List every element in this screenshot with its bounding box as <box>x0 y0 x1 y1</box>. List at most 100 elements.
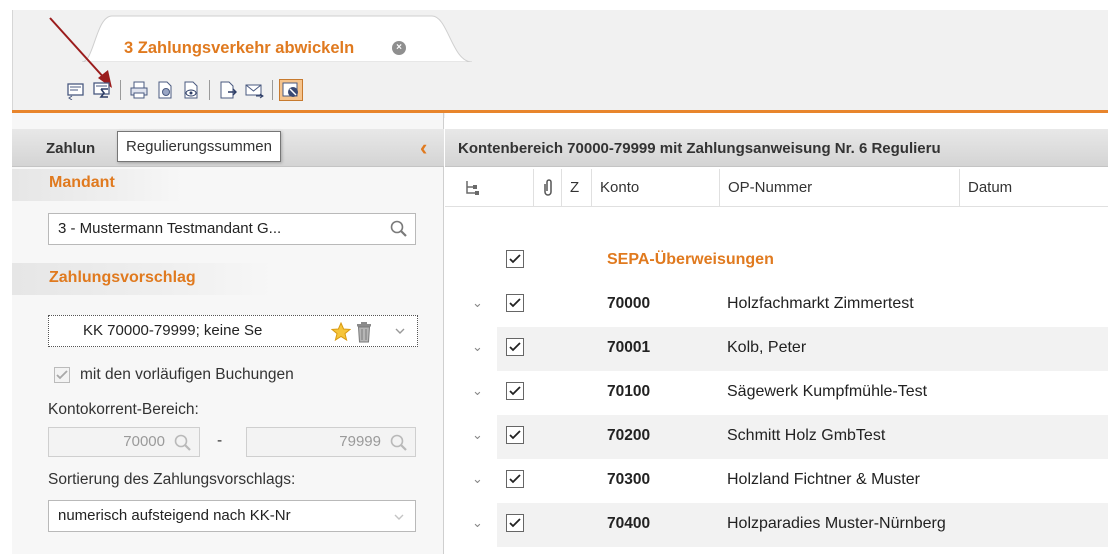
table-row[interactable]: ⌄ 70100 Sägewerk Kumpfmühle-Test <box>445 371 1108 415</box>
name-cell: Sägewerk Kumpfmühle-Test <box>727 383 928 400</box>
print-preview-icon <box>184 81 198 99</box>
name-cell: Kolb, Peter <box>727 339 807 356</box>
search-icon[interactable] <box>173 433 193 453</box>
expand-chevron-icon[interactable]: ⌄ <box>472 295 483 311</box>
favorite-star-icon[interactable] <box>331 322 351 342</box>
right-panel-header: Kontenbereich 70000-79999 mit Zahlungsan… <box>445 129 1108 167</box>
check-icon <box>509 254 521 264</box>
toolbar-separator <box>272 80 273 100</box>
export-icon <box>220 81 237 99</box>
tab-label: 3 Zahlungsverkehr abwickeln <box>124 39 355 57</box>
bereich-label: Kontokorrent-Bereich: <box>48 401 199 418</box>
right-panel-title: Kontenbereich 70000-79999 mit Zahlungsan… <box>458 140 941 157</box>
bereich-separator: - <box>217 432 223 449</box>
column-attachment[interactable] <box>533 169 561 207</box>
chevron-down-icon[interactable] <box>394 326 406 336</box>
check-icon <box>509 386 521 396</box>
toolbar-separator <box>120 80 121 100</box>
table-row[interactable]: ⌄ 70000 Holzfachmarkt Zimmertest <box>445 283 1108 327</box>
column-z[interactable]: Z <box>561 169 591 207</box>
konto-cell: 70300 <box>607 471 651 488</box>
column-datum[interactable]: Datum <box>959 169 1108 207</box>
name-cell: Holzparadies Muster-Nürnberg <box>727 515 946 532</box>
tree-icon <box>466 181 479 195</box>
toolbar-separator <box>209 80 210 100</box>
print-button[interactable] <box>127 79 151 101</box>
zahlungsvorschlag-select[interactable]: KK 70000-79999; keine Se <box>48 315 418 347</box>
konto-cell: 70400 <box>607 515 651 532</box>
right-panel: Kontenbereich 70000-79999 mit Zahlungsan… <box>445 113 1108 554</box>
vorlaeufig-checkbox[interactable] <box>54 367 70 383</box>
toolbar <box>64 77 305 103</box>
transfer-list-icon <box>67 83 84 100</box>
group-row: SEPA-Überweisungen <box>445 239 1108 283</box>
search-icon[interactable] <box>389 219 409 239</box>
row-checkbox[interactable] <box>506 382 524 400</box>
table-header: Z Konto OP-Nummer Datum <box>445 169 1108 207</box>
bereich-from-value: 70000 <box>123 433 165 450</box>
tree-expand-column[interactable] <box>463 179 481 202</box>
column-checkbox[interactable] <box>497 169 533 207</box>
table-row[interactable]: ⌄ 70300 Holzland Fichtner & Muster <box>445 459 1108 503</box>
print-settings-button[interactable] <box>153 79 177 101</box>
konto-cell: 70000 <box>607 295 651 312</box>
collapse-panel-icon[interactable]: ‹ <box>420 135 427 161</box>
expand-chevron-icon[interactable]: ⌄ <box>472 515 483 531</box>
filter-toggle-button[interactable] <box>279 79 303 101</box>
zahlungsvorschlag-label: Zahlungsvorschlag <box>49 269 196 286</box>
email-button[interactable] <box>242 79 266 101</box>
name-cell: Schmitt Holz GmbTest <box>727 427 886 444</box>
search-icon[interactable] <box>389 433 409 453</box>
vorlaeufig-label: mit den vorläufigen Buchungen <box>80 366 294 383</box>
konto-cell: 70200 <box>607 427 651 444</box>
trash-icon[interactable] <box>354 321 374 343</box>
column-op-nummer[interactable]: OP-Nummer <box>719 169 959 207</box>
expand-chevron-icon[interactable]: ⌄ <box>472 339 483 355</box>
zahlungsvorschlag-value: KK 70000-79999; keine Se <box>83 322 263 339</box>
expand-chevron-icon[interactable]: ⌄ <box>472 427 483 443</box>
sortierung-value: numerisch aufsteigend nach KK-Nr <box>58 507 291 524</box>
name-cell: Holzland Fichtner & Muster <box>727 471 920 488</box>
column-konto[interactable]: Konto <box>591 169 719 207</box>
group-checkbox[interactable] <box>506 250 524 268</box>
section-mandant: Mandant <box>12 169 182 201</box>
tab-close-icon[interactable]: × <box>392 41 406 55</box>
section-zahlungsvorschlag: Zahlungsvorschlag <box>12 263 272 295</box>
print-preview-button[interactable] <box>179 79 203 101</box>
tab-zahlungsverkehr[interactable]: 3 Zahlungsverkehr abwickeln × <box>82 14 472 62</box>
mandant-field[interactable]: 3 - Mustermann Testmandant G... <box>48 213 416 245</box>
group-label: SEPA-Überweisungen <box>607 251 774 268</box>
table-row[interactable]: ⌄ 70200 Schmitt Holz GmbTest <box>445 415 1108 459</box>
sum-button[interactable] <box>90 79 114 101</box>
check-icon <box>56 370 68 380</box>
transfer-list-button[interactable] <box>64 79 88 101</box>
bereich-to-field[interactable]: 79999 <box>246 427 416 457</box>
check-icon <box>509 342 521 352</box>
konto-cell: 70100 <box>607 383 651 400</box>
export-button[interactable] <box>216 79 240 101</box>
row-checkbox[interactable] <box>506 426 524 444</box>
expand-chevron-icon[interactable]: ⌄ <box>472 383 483 399</box>
check-icon <box>509 474 521 484</box>
bereich-from-field[interactable]: 70000 <box>48 427 200 457</box>
tooltip: Regulierungssummen <box>117 131 281 162</box>
paperclip-icon <box>544 179 552 196</box>
sortierung-select[interactable]: numerisch aufsteigend nach KK-Nr <box>48 500 416 532</box>
row-checkbox[interactable] <box>506 338 524 356</box>
table-row[interactable]: ⌄ 70400 Holzparadies Muster-Nürnberg <box>445 503 1108 547</box>
left-panel-title: Zahlun <box>46 140 96 157</box>
active-filter-icon <box>282 82 298 97</box>
sum-icon <box>93 82 110 98</box>
mandant-label: Mandant <box>49 174 115 191</box>
sortierung-label: Sortierung des Zahlungsvorschlags: <box>48 471 296 488</box>
table-row[interactable]: ⌄ 70001 Kolb, Peter <box>445 327 1108 371</box>
print-settings-icon <box>158 81 172 99</box>
email-icon <box>245 84 264 99</box>
konto-cell: 70001 <box>607 339 651 356</box>
row-checkbox[interactable] <box>506 294 524 312</box>
expand-chevron-icon[interactable]: ⌄ <box>472 471 483 487</box>
row-checkbox[interactable] <box>506 514 524 532</box>
chevron-down-icon[interactable] <box>393 512 405 522</box>
row-checkbox[interactable] <box>506 470 524 488</box>
left-panel: Zahlun ‹ Mandant 3 - Mustermann Testmand… <box>12 113 444 554</box>
